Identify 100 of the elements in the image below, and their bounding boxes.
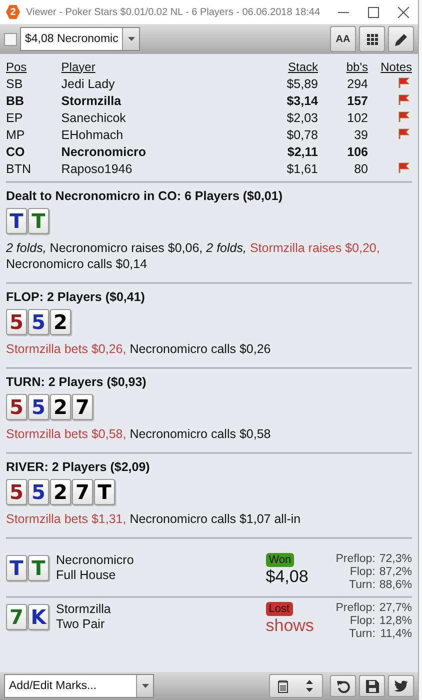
edit-button[interactable] [388, 26, 414, 52]
column-header[interactable]: Stack [248, 58, 318, 75]
equity-value: 27,7% [379, 602, 412, 615]
outcome-badge: Won [266, 553, 294, 567]
table-cell: 106 [318, 143, 368, 160]
action-text: Stormzilla bets $0,26, Necronomicro calls $0,26 [6, 341, 272, 357]
table-cell-text: $0,78 [286, 126, 318, 143]
action-text: 2 folds, Necronomicro raises $0,06, 2 folds, Stormzilla raises $0,20, Necronomicro calls $0,14 [6, 240, 381, 272]
maximize-icon [368, 6, 378, 18]
flag-icon[interactable] [398, 94, 410, 104]
grid-icon [366, 34, 378, 44]
table-cell-text: 102 [346, 110, 368, 126]
equity-label: Turn: [348, 579, 376, 592]
refresh-button[interactable] [330, 675, 356, 697]
share-button[interactable] [388, 675, 414, 697]
equity-label: Turn: [348, 628, 376, 641]
playing-card: 5 [28, 479, 49, 505]
table-cell-text: Sanechicok [61, 110, 127, 126]
playing-card: K [28, 604, 49, 630]
font-size-button[interactable]: AA [330, 26, 356, 52]
outcome-badge: Lost [266, 602, 293, 616]
column-header[interactable]: Player [61, 58, 249, 75]
window-title: Viewer - Poker Stars $0.01/0.02 NL - 6 Players - 06.06.2018 18:44 [26, 6, 322, 18]
result-amount: shows [266, 616, 314, 636]
playing-card: T [94, 479, 115, 505]
caret-icon[interactable] [128, 37, 135, 41]
column-header[interactable]: Notes [368, 58, 412, 75]
bird-icon [394, 680, 408, 692]
pencil-icon [394, 32, 408, 46]
equity-value: 72,3% [379, 553, 412, 566]
table-cell-text: BTN [6, 160, 32, 177]
table-cell-text: $2,03 [286, 110, 318, 126]
notepad-icon [278, 680, 288, 692]
playing-card: 5 [28, 309, 49, 335]
flag-icon[interactable] [398, 128, 410, 138]
table-cell-text: Necronomicro [61, 144, 148, 160]
table-cell-text: 294 [346, 76, 368, 92]
table-cell-text: CO [6, 144, 26, 160]
equity-value: 11,4% [379, 628, 412, 641]
hand-rank: Two Pair [56, 617, 106, 632]
player-name: Necronomicro [56, 553, 135, 568]
player-name: Stormzilla [56, 602, 112, 617]
playing-card: 5 [6, 309, 27, 335]
playing-card: 7 [6, 604, 27, 630]
app-badge: 2 [6, 5, 20, 19]
flag-icon[interactable] [398, 110, 410, 122]
flag-icon[interactable] [398, 76, 410, 88]
action-text: Stormzilla bets $1,31, Necronomicro calls $1,07 all-in [6, 511, 302, 527]
column-header[interactable]: bb's [318, 58, 368, 75]
equity-label: Preflop: [336, 553, 376, 566]
table-cell: SB [6, 75, 62, 92]
playing-card: 2 [50, 479, 71, 505]
up-down-icon [306, 680, 312, 692]
caret-icon[interactable] [142, 684, 148, 688]
equity-label: Flop: [348, 615, 376, 628]
table-cell-text: Jedi Lady [61, 76, 116, 92]
street-heading: Dealt to Necronomicro in CO: 6 Players ($0,01) [6, 189, 284, 203]
table-cell-text: 80 [353, 160, 368, 177]
table-cell-text: MP [6, 126, 26, 143]
equity-value: 12,8% [379, 615, 412, 628]
table-cell-text: $5,89 [286, 76, 318, 92]
street-heading: RIVER: 2 Players ($2,09) [6, 460, 151, 474]
playing-card: 5 [6, 394, 27, 420]
playing-card: 2 [50, 309, 71, 335]
checkbox[interactable] [4, 32, 17, 46]
table-cell-text: $2,11 [286, 144, 318, 160]
playing-card: 7 [72, 479, 93, 505]
equity-label: Flop: [348, 566, 376, 579]
hand-rank: Full House [56, 568, 117, 583]
playing-card: T [6, 555, 27, 581]
marks-select[interactable]: Add/Edit Marks... [4, 674, 154, 698]
playing-card: T [28, 555, 49, 581]
action-text: Stormzilla bets $0,58, Necronomicro calls $0,58 [6, 426, 272, 442]
playing-card: 7 [72, 394, 93, 420]
table-cell: EP [6, 109, 62, 126]
playing-card: 5 [28, 394, 49, 420]
equity-value: 87,2% [379, 566, 412, 579]
table-cell-text: EHohmach [61, 126, 124, 143]
hand-select[interactable]: $4,08 Necronomic [20, 27, 140, 51]
equity-label: Preflop: [336, 602, 376, 615]
table-cell: 157 [318, 92, 368, 109]
playing-card: T [6, 208, 27, 234]
save-button[interactable] [359, 675, 385, 697]
street-heading: FLOP: 2 Players ($0,41) [6, 290, 146, 304]
table-cell-text: 39 [353, 126, 368, 143]
table-cell-text: Raposo1946 [61, 160, 134, 177]
flag-icon[interactable] [398, 162, 410, 172]
equity-value: 88,6% [379, 579, 412, 592]
table-cell-text: $1,61 [286, 160, 318, 177]
table-cell: BB [6, 92, 62, 109]
close-icon [398, 6, 408, 18]
column-header[interactable]: Pos [6, 58, 62, 75]
playing-card: 5 [6, 479, 27, 505]
refresh-icon [336, 680, 350, 692]
grid-button[interactable] [359, 26, 385, 52]
table-cell-text: $3,14 [286, 92, 318, 109]
save-icon [366, 680, 378, 692]
table-cell-text: Stormzilla [61, 92, 122, 109]
playing-card: T [28, 208, 49, 234]
result-amount: $4,08 [266, 567, 308, 587]
